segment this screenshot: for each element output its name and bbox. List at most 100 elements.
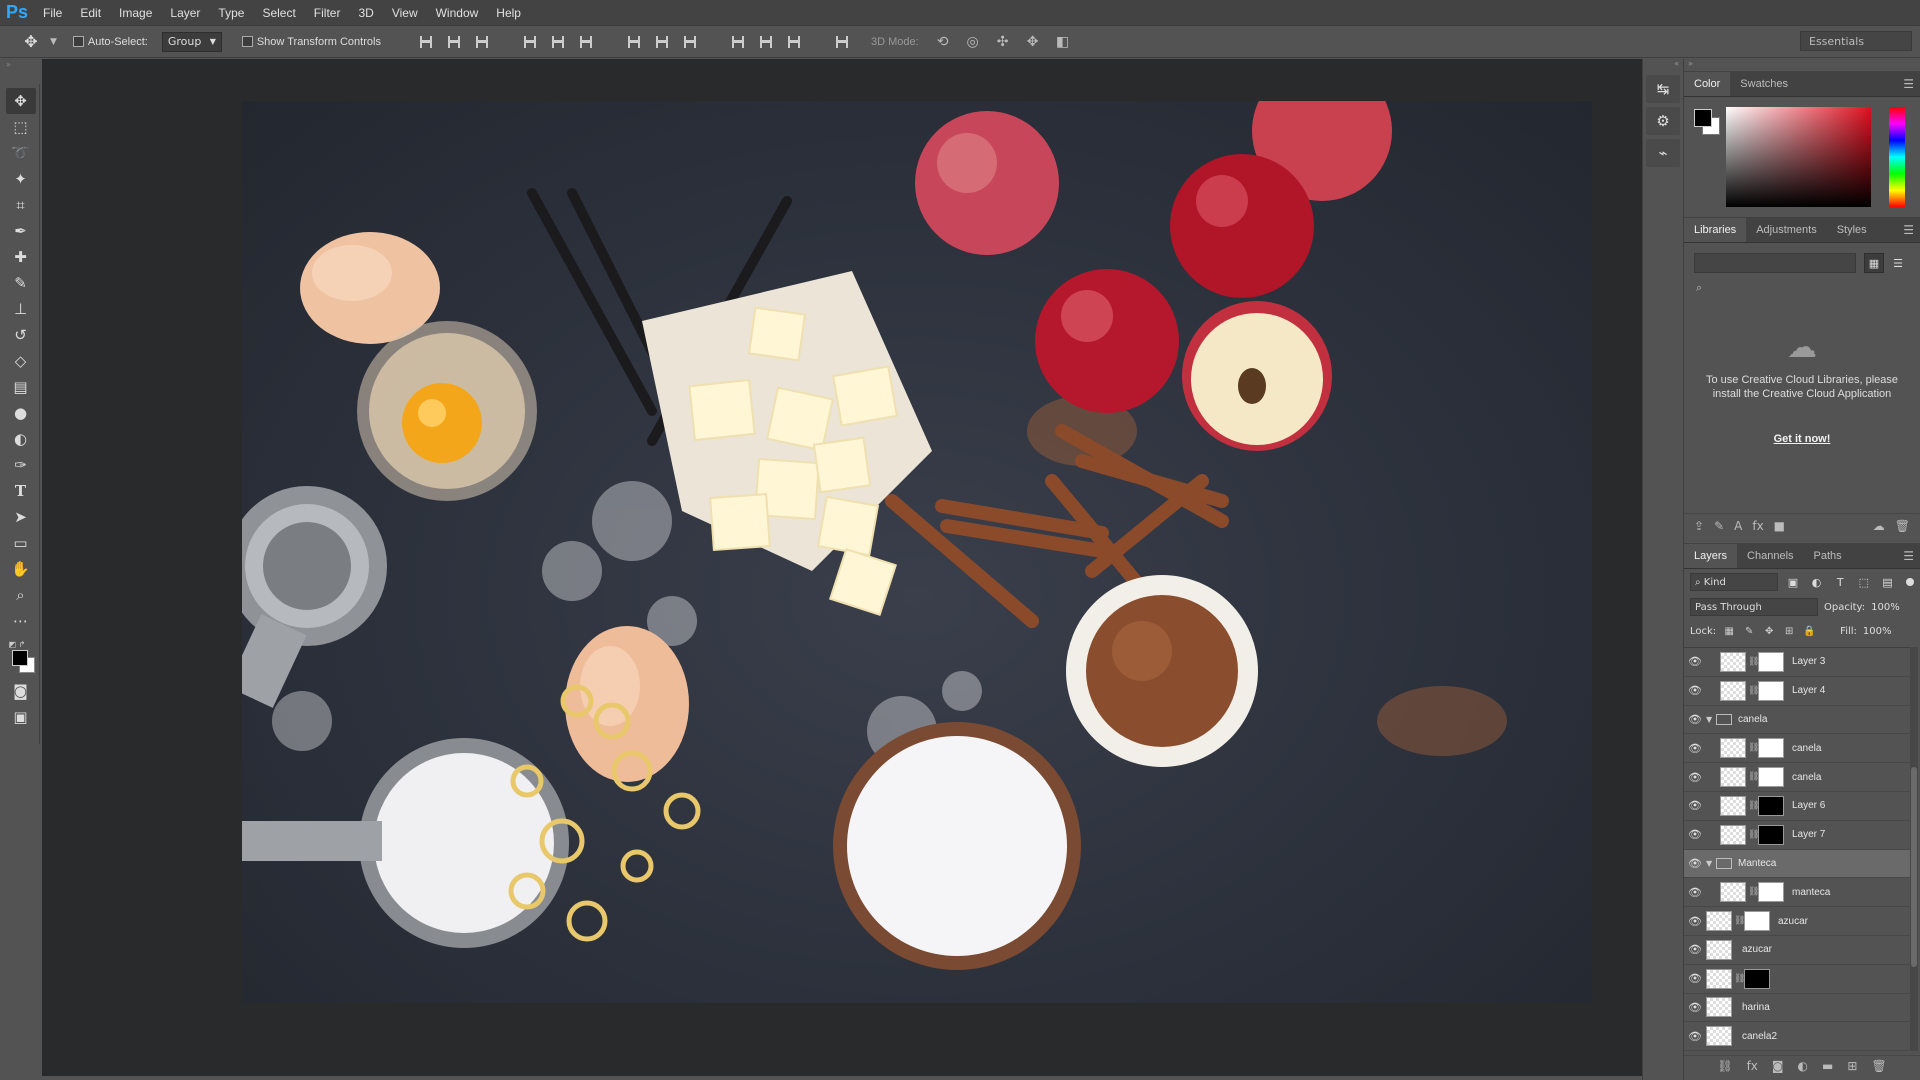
tab-styles[interactable]: Styles	[1827, 218, 1877, 242]
menu-image[interactable]: Image	[110, 0, 161, 26]
layer-row[interactable]: 👁 ⛓ canela	[1684, 734, 1910, 764]
tab-color[interactable]: Color	[1684, 72, 1731, 96]
healing-brush-tool-icon[interactable]: ✚	[6, 244, 36, 270]
align-left-edges-icon[interactable]	[519, 32, 541, 52]
chevron-down-icon[interactable]: ▼	[1706, 715, 1716, 724]
workspace-switcher[interactable]: Essentials	[1800, 31, 1912, 51]
quick-mask-icon[interactable]: ◙	[6, 678, 36, 704]
show-transform-controls-checkbox[interactable]: Show Transform Controls	[241, 36, 381, 48]
menu-type[interactable]: Type	[209, 0, 253, 26]
menu-view[interactable]: View	[383, 0, 427, 26]
layer-mask-thumbnail[interactable]	[1758, 767, 1784, 788]
menu-file[interactable]: File	[34, 0, 71, 26]
slide-3d-icon[interactable]: ✥	[1021, 32, 1045, 52]
align-vertical-centers-icon[interactable]	[443, 32, 465, 52]
auto-select-dropdown[interactable]: Group ▼	[161, 31, 222, 52]
align-bottom-edges-icon[interactable]	[471, 32, 493, 52]
layer-row[interactable]: 👁 ⛓	[1684, 965, 1910, 994]
layer-row[interactable]: 👁 ⛓ canela	[1684, 763, 1910, 792]
blend-mode-dropdown[interactable]: Pass Through	[1690, 598, 1818, 616]
brush-tool-icon[interactable]: ✎	[6, 270, 36, 296]
zoom-tool-icon[interactable]: ⌕	[6, 582, 36, 608]
layer-mask-thumbnail[interactable]	[1744, 968, 1770, 989]
layer-group-row[interactable]: 👁 ▼ canela	[1684, 705, 1910, 735]
distribute-horizontal-centers-icon[interactable]	[755, 32, 777, 52]
chevron-down-icon[interactable]: ▼	[50, 37, 57, 47]
layer-row[interactable]: 👁 ⛓ Layer 3	[1684, 648, 1910, 677]
filter-type-layers-icon[interactable]: T	[1831, 573, 1849, 591]
list-view-icon[interactable]: ☰	[1888, 253, 1908, 273]
filter-shape-layers-icon[interactable]: ⬚	[1855, 573, 1873, 591]
auto-select-checkbox[interactable]: Auto-Select:	[72, 36, 148, 48]
blur-tool-icon[interactable]: ●	[6, 400, 36, 426]
visibility-eye-icon[interactable]: 👁	[1684, 799, 1706, 812]
visibility-eye-icon[interactable]: 👁	[1684, 1001, 1706, 1014]
visibility-eye-icon[interactable]: 👁	[1684, 972, 1706, 985]
visibility-eye-icon[interactable]: 👁	[1684, 684, 1706, 697]
canvas-area[interactable]	[42, 59, 1642, 1080]
align-top-edges-icon[interactable]	[415, 32, 437, 52]
upload-icon[interactable]: ⇪	[1694, 519, 1704, 533]
panel-menu-icon[interactable]: ☰	[1903, 77, 1914, 91]
panel-menu-icon[interactable]: ☰	[1903, 223, 1914, 237]
menu-select[interactable]: Select	[253, 0, 304, 26]
sync-icon[interactable]: ☁	[1873, 519, 1885, 533]
eyedropper-tool-icon[interactable]: ✒	[6, 218, 36, 244]
dodge-tool-icon[interactable]: ◐	[6, 426, 36, 452]
move-tool-preset-icon[interactable]: ✥	[18, 31, 44, 53]
new-layer-icon[interactable]: ⊞	[1847, 1059, 1857, 1073]
add-mask-icon[interactable]: ◙	[1772, 1059, 1784, 1073]
add-graphic-icon[interactable]: ■	[1774, 519, 1785, 533]
hand-tool-icon[interactable]: ✋	[6, 556, 36, 582]
layer-row[interactable]: 👁 ⛓ azucar	[1684, 907, 1910, 936]
tab-adjustments[interactable]: Adjustments	[1746, 218, 1827, 242]
hue-spectrum-slider[interactable]	[1889, 107, 1905, 207]
properties-panel-icon[interactable]: ⚙	[1646, 107, 1680, 135]
filter-adjustment-layers-icon[interactable]: ◐	[1808, 573, 1826, 591]
layer-mask-thumbnail[interactable]	[1758, 795, 1784, 816]
fill-input[interactable]: 100%	[1863, 626, 1892, 637]
gradient-tool-icon[interactable]: ▤	[6, 374, 36, 400]
screen-mode-icon[interactable]: ▣	[6, 704, 36, 730]
move-tool-icon[interactable]: ✥	[5, 88, 36, 114]
auto-align-layers-icon[interactable]	[831, 32, 853, 52]
visibility-eye-icon[interactable]: 👁	[1684, 857, 1706, 870]
lock-position-icon[interactable]: ✥	[1762, 624, 1776, 638]
marquee-tool-icon[interactable]: ⬚	[6, 114, 36, 140]
toolbar-grip[interactable]: »	[2, 60, 40, 72]
new-adjustment-layer-icon[interactable]: ◐	[1798, 1059, 1808, 1073]
layer-mask-thumbnail[interactable]	[1758, 738, 1784, 759]
document-image[interactable]	[242, 101, 1592, 1003]
visibility-eye-icon[interactable]: 👁	[1684, 943, 1706, 956]
tab-libraries[interactable]: Libraries	[1684, 218, 1747, 242]
menu-window[interactable]: Window	[427, 0, 488, 26]
tab-channels[interactable]: Channels	[1737, 544, 1803, 568]
roll-3d-icon[interactable]: ◎	[961, 32, 985, 52]
panels-collapse-icon[interactable]: »	[1684, 59, 1920, 71]
library-dropdown[interactable]	[1694, 253, 1856, 273]
layer-row[interactable]: 👁 ⛓ Layer 7	[1684, 821, 1910, 850]
lock-all-icon[interactable]: 🔒	[1802, 624, 1816, 638]
orbit-3d-icon[interactable]: ⟲	[931, 32, 955, 52]
visibility-eye-icon[interactable]: 👁	[1684, 742, 1706, 755]
layer-row[interactable]: 👁 harina	[1684, 994, 1910, 1023]
layer-mask-thumbnail[interactable]	[1758, 651, 1784, 672]
add-character-style-icon[interactable]: A	[1734, 519, 1742, 533]
layer-mask-thumbnail[interactable]	[1758, 882, 1784, 903]
foreground-color-swatch[interactable]	[11, 650, 28, 666]
brush-presets-panel-icon[interactable]: ⌁	[1646, 139, 1680, 167]
crop-tool-icon[interactable]: ⌗	[6, 192, 36, 218]
color-picker-field[interactable]	[1726, 107, 1871, 207]
visibility-eye-icon[interactable]: 👁	[1684, 655, 1706, 668]
filter-kind-dropdown[interactable]: ⌕ Kind	[1690, 573, 1779, 591]
history-panel-icon[interactable]: ↹	[1646, 75, 1680, 103]
tab-layers[interactable]: Layers	[1684, 544, 1738, 568]
distribute-vertical-centers-icon[interactable]	[651, 32, 673, 52]
visibility-eye-icon[interactable]: 👁	[1684, 1030, 1706, 1043]
tab-paths[interactable]: Paths	[1804, 544, 1852, 568]
magic-wand-tool-icon[interactable]: ✦	[6, 166, 36, 192]
dock-collapse-icon[interactable]: «	[1643, 59, 1683, 71]
search-icon[interactable]: ⌕	[1696, 281, 1702, 295]
menu-help[interactable]: Help	[487, 0, 530, 26]
layers-scrollbar[interactable]	[1910, 647, 1918, 1051]
